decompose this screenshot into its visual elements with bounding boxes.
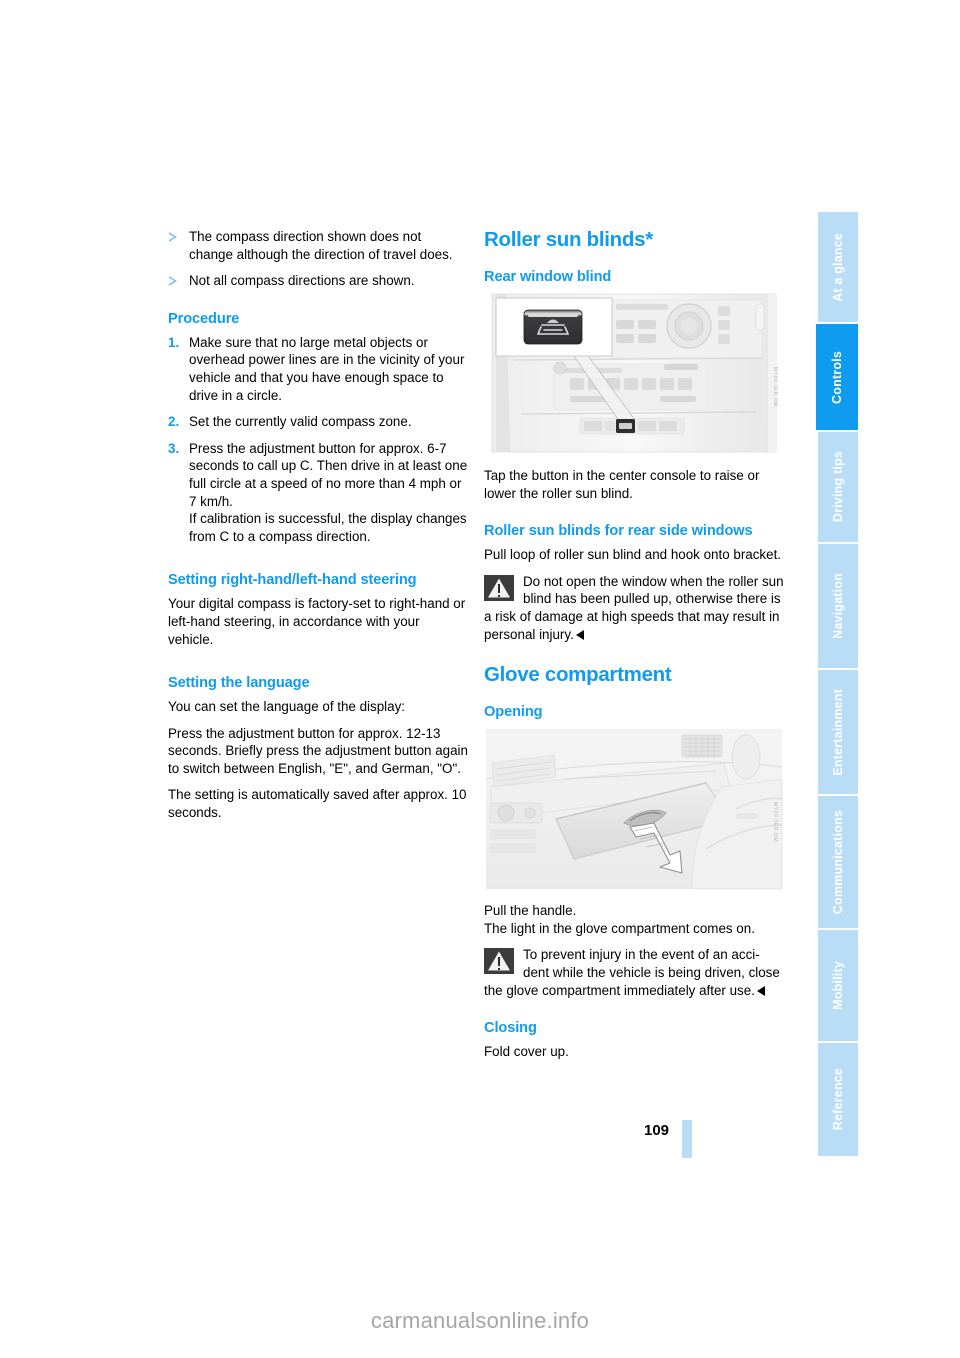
list-item: 3. Press the adjustment button for appro… [168, 440, 468, 546]
heading-setting-language: Setting the language [168, 675, 310, 692]
tab-label: Reference [830, 1068, 845, 1131]
step-text: Press the adjustment button for approx. … [189, 440, 468, 544]
site-watermark: carmanualsonline.info [370, 1308, 590, 1333]
heading-closing: Closing [484, 1020, 537, 1037]
figure-2-illustration [484, 727, 784, 892]
language-autosave-text: The setting is automatically saved after… [168, 787, 467, 821]
warning-note-glove-compartment: To prevent injury in the event of an acc… [484, 946, 784, 999]
figure-1-illustration [484, 292, 784, 456]
tab-mobility[interactable]: Mobility [818, 930, 858, 1043]
list-item: 2. Set the currently valid compass zone. [168, 413, 468, 431]
note-end-marker-icon [575, 629, 584, 640]
tab-label: Communications [830, 809, 845, 915]
triangle-bullet-icon [169, 232, 177, 242]
tab-label: Entertainment [830, 688, 845, 776]
step-text: Set the currently valid compass zone. [189, 414, 412, 430]
heading-side-window-blinds: Roller sun blinds for rear side windows [484, 523, 753, 540]
warning-triangle-icon [484, 574, 514, 601]
step-text: Make sure that no large metal objects or… [189, 334, 465, 403]
closing-body: Fold cover up. [484, 1044, 569, 1060]
step-number: 3. [168, 440, 180, 456]
right-text-column: Roller sun blinds* Rear window blind MY0… [484, 228, 784, 1070]
figure-watermark: MY09 3ER OM [772, 802, 778, 843]
tab-entertainment[interactable]: Entertainment [818, 670, 858, 796]
figure-watermark: MY09 3ER OM [772, 366, 778, 408]
warning-triangle-icon [484, 948, 514, 975]
section-tab-strip: At a glance Controls Driving tips Naviga… [816, 212, 858, 1160]
language-intro-text: You can set the language of the display: [168, 699, 405, 715]
rear-window-blind-body: Tap the button in the center console to … [484, 468, 760, 501]
tab-reference[interactable]: Reference [818, 1043, 858, 1156]
tab-controls[interactable]: Controls [816, 324, 858, 432]
steering-body-text: Your digital compass is factory-set to r… [168, 596, 466, 647]
figure-center-console-blind-button: MY09 3ER OM [484, 292, 784, 456]
step-number: 1. [168, 334, 180, 350]
list-item: Not all compass directions are shown. [168, 272, 468, 290]
note-end-marker-icon [756, 985, 765, 996]
warning-note-side-blinds: Do not open the window when the roller s… [484, 573, 784, 643]
page-number: 109 [644, 1122, 670, 1139]
heading-procedure: Procedure [168, 310, 240, 327]
figure-glove-compartment-open: MY09 3ER OM [484, 727, 784, 892]
triangle-bullet-icon [169, 276, 177, 287]
page-number-bar [682, 1120, 692, 1158]
heading-glove-compartment: Glove compartment [484, 663, 672, 687]
procedure-steps-list: 1. Make sure that no large metal objects… [168, 334, 468, 546]
tab-communications[interactable]: Communications [818, 796, 858, 930]
tab-label: Navigation [830, 573, 845, 639]
list-item: The compass direction shown does not cha… [168, 228, 468, 263]
heading-rear-window-blind: Rear window blind [484, 269, 612, 285]
tab-label: At a glance [830, 232, 845, 302]
language-instructions-text: Press the adjustment button for approx. … [168, 725, 468, 776]
heading-setting-steering: Setting right-hand/left-hand steering [168, 572, 417, 589]
heading-roller-sun-blinds: Roller sun blinds* [484, 228, 653, 251]
list-item-text: Not all compass directions are shown. [189, 273, 415, 289]
tab-label: Driving tips [830, 451, 845, 523]
heading-opening: Opening [484, 704, 543, 721]
step-number: 2. [168, 414, 180, 430]
manual-page: At a glance Controls Driving tips Naviga… [0, 0, 960, 1358]
list-item-text: The compass direction shown does not cha… [189, 229, 453, 262]
tab-at-a-glance[interactable]: At a glance [818, 212, 858, 324]
compass-notes-list: The compass direction shown does not cha… [168, 228, 468, 290]
tab-label: Mobility [830, 961, 845, 1010]
tab-label: Controls [829, 350, 844, 404]
warning-text-lead: To prevent injury in the event of an acc… [523, 947, 760, 980]
list-item: 1. Make sure that no large metal objects… [168, 334, 468, 404]
opening-body-line1: Pull the handle. [484, 903, 577, 919]
tab-navigation[interactable]: Navigation [818, 544, 858, 670]
tab-driving-tips[interactable]: Driving tips [818, 432, 858, 544]
opening-body-line2: The light in the glove compartment comes… [484, 920, 755, 936]
side-window-blinds-body: Pull loop of roller sun blind and hook o… [484, 547, 782, 563]
left-text-column: The compass direction shown does not cha… [168, 228, 468, 831]
